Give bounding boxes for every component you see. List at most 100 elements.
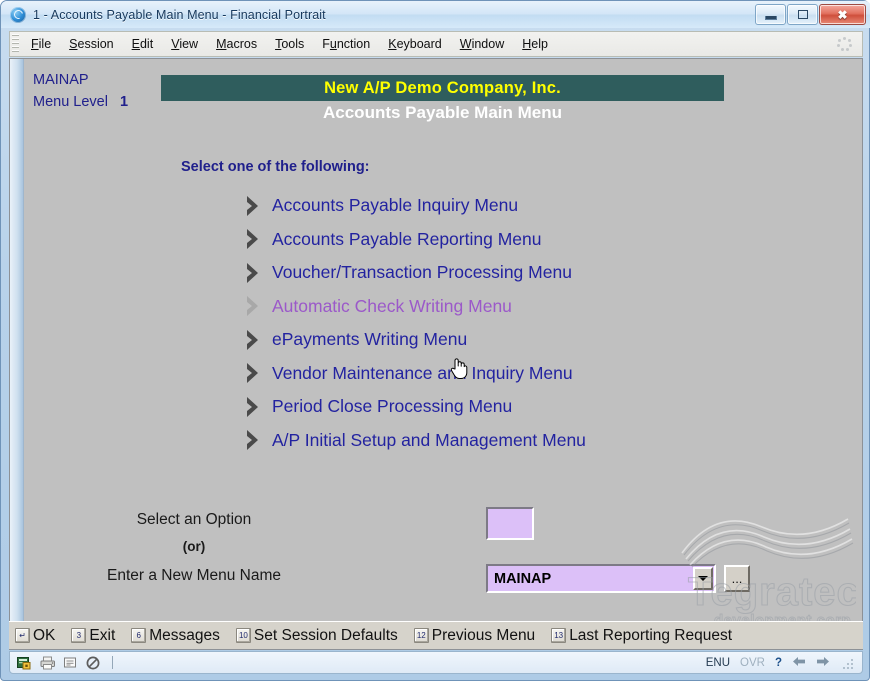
menu-option-row[interactable]: Period Close Processing Menu <box>244 390 586 424</box>
menu-option-row-highlighted[interactable]: Automatic Check Writing Menu <box>244 290 586 324</box>
toolbar-grip[interactable] <box>12 34 19 54</box>
company-name: New A/P Demo Company, Inc. <box>324 78 561 97</box>
enter-key-icon: ↵ <box>15 628 30 643</box>
vertical-scrollbar[interactable] <box>10 59 24 649</box>
chevron-right-icon <box>244 361 264 385</box>
menu-item-help[interactable]: Help <box>513 34 557 54</box>
fkey-label: OK <box>33 626 56 644</box>
chevron-right-icon <box>244 261 264 285</box>
menu-option-row[interactable]: ePayments Writing Menu <box>244 323 586 357</box>
status-bar: ENU OVR ? <box>9 651 863 674</box>
f13-key-icon: 13 <box>551 628 567 643</box>
fkey-ok[interactable]: ↵ OK <box>15 627 55 645</box>
menu-item-function[interactable]: Function <box>313 34 379 54</box>
f3-key-icon: 3 <box>71 628 87 643</box>
menu-id-label: MAINAP <box>33 72 89 88</box>
close-icon: ✖ <box>837 7 848 22</box>
maximize-icon <box>797 10 808 19</box>
select-option-input[interactable] <box>486 507 534 540</box>
chevron-right-icon <box>244 294 264 318</box>
fkey-last-reporting-request[interactable]: 13 Last Reporting Request <box>551 627 732 645</box>
browse-button[interactable]: ... <box>724 565 750 592</box>
menu-option-row[interactable]: Accounts Payable Reporting Menu <box>244 223 586 257</box>
fkey-set-session-defaults[interactable]: 10 Set Session Defaults <box>235 626 398 645</box>
blocked-icon[interactable] <box>85 655 102 670</box>
menu-option-label: Accounts Payable Inquiry Menu <box>272 195 519 216</box>
menu-option-label: ePayments Writing Menu <box>272 329 468 350</box>
window-controls: ✖ <box>755 4 866 25</box>
printer-icon[interactable] <box>39 655 56 670</box>
fkey-previous-menu[interactable]: 12 Previous Menu <box>413 626 536 645</box>
terminal-client-area: MAINAP Menu Level 1 New A/P Demo Company… <box>9 58 863 650</box>
menu-item-tools[interactable]: Tools <box>266 34 313 54</box>
chevron-down-icon[interactable] <box>693 567 713 590</box>
menu-item-window[interactable]: Window <box>451 34 513 54</box>
status-divider <box>112 656 113 669</box>
fkey-label: Last Reporting Request <box>569 626 733 644</box>
chevron-right-icon <box>244 428 264 452</box>
menu-option-label: Vendor Maintenance and Inquiry Menu <box>272 362 573 383</box>
globe-icon <box>10 6 26 23</box>
emulated-screen: MAINAP Menu Level 1 New A/P Demo Company… <box>24 59 862 649</box>
options-dots-icon[interactable] <box>837 37 852 52</box>
select-prompt: Select one of the following: <box>181 159 370 175</box>
title-bar: 1 - Accounts Payable Main Menu - Financi… <box>1 1 870 28</box>
menu-option-list: Accounts Payable Inquiry Menu Accounts P… <box>244 189 586 457</box>
f10-key-icon: 10 <box>235 628 251 643</box>
new-menu-name-label: Enter a New Menu Name <box>106 567 282 584</box>
menu-item-edit[interactable]: Edit <box>123 34 163 54</box>
menu-item-file[interactable]: File <box>22 34 60 54</box>
select-option-label: Select an Option <box>136 511 252 528</box>
status-right-group: ENU OVR ? <box>706 654 862 672</box>
overwrite-indicator: OVR <box>740 656 765 669</box>
arrow-right-icon[interactable] <box>816 654 830 672</box>
menu-item-view[interactable]: View <box>162 34 207 54</box>
menu-option-label: Voucher/Transaction Processing Menu <box>272 262 572 283</box>
fkey-label: Set Session Defaults <box>253 626 398 644</box>
menu-option-row[interactable]: Accounts Payable Inquiry Menu <box>244 189 586 223</box>
company-banner: New A/P Demo Company, Inc. <box>161 75 724 101</box>
menu-item-macros[interactable]: Macros <box>207 34 266 54</box>
fkey-label: Messages <box>149 626 220 644</box>
menu-option-label: Accounts Payable Reporting Menu <box>272 228 542 249</box>
menu-level-label: Menu Level <box>33 94 108 110</box>
mouse-cursor-hand <box>450 358 468 379</box>
f12-key-icon: 12 <box>413 628 429 643</box>
close-button[interactable]: ✖ <box>819 4 866 25</box>
menu-option-label: A/P Initial Setup and Management Menu <box>272 429 586 450</box>
language-indicator: ENU <box>705 656 731 669</box>
fkey-messages[interactable]: 6 Messages <box>131 627 220 645</box>
fkey-exit[interactable]: 3 Exit <box>71 627 115 645</box>
menu-option-row[interactable]: A/P Initial Setup and Management Menu <box>244 424 586 458</box>
new-menu-name-combobox[interactable]: MAINAP <box>486 564 716 593</box>
resize-grip-icon[interactable] <box>842 657 854 669</box>
function-key-bar: ↵ OK 3 Exit 6 Messages 10 Set Session De… <box>9 621 863 650</box>
menu-level-value: 1 <box>120 94 129 110</box>
menu-option-row[interactable]: Voucher/Transaction Processing Menu <box>244 256 586 290</box>
new-menu-name-value: MAINAP <box>494 570 552 587</box>
menu-item-session[interactable]: Session <box>60 34 122 54</box>
minimize-button[interactable] <box>755 4 786 25</box>
window-title: 1 - Accounts Payable Main Menu - Financi… <box>33 7 326 22</box>
arrow-left-icon[interactable] <box>792 654 806 672</box>
chevron-right-icon <box>244 194 264 218</box>
document-icon[interactable] <box>62 655 79 670</box>
chevron-down-glyph <box>698 576 708 581</box>
help-indicator[interactable]: ? <box>775 657 782 669</box>
menu-item-keyboard[interactable]: Keyboard <box>379 34 451 54</box>
menu-bar: File Session Edit View Macros Tools Func… <box>9 31 863 57</box>
f6-key-icon: 6 <box>131 628 147 643</box>
menu-option-row[interactable]: Vendor Maintenance and Inquiry Menu <box>244 357 586 391</box>
chevron-right-icon <box>244 227 264 251</box>
fkey-label: Exit <box>89 626 116 644</box>
or-label: (or) <box>182 539 206 554</box>
application-window: 1 - Accounts Payable Main Menu - Financi… <box>0 0 870 681</box>
menu-option-label: Period Close Processing Menu <box>272 396 513 417</box>
secure-session-icon[interactable] <box>16 655 33 670</box>
chevron-right-icon <box>244 395 264 419</box>
page-title: Accounts Payable Main Menu <box>323 103 562 122</box>
maximize-button[interactable] <box>787 4 818 25</box>
minimize-icon <box>764 15 777 20</box>
menu-option-label: Automatic Check Writing Menu <box>272 295 512 316</box>
fkey-label: Previous Menu <box>431 626 536 644</box>
